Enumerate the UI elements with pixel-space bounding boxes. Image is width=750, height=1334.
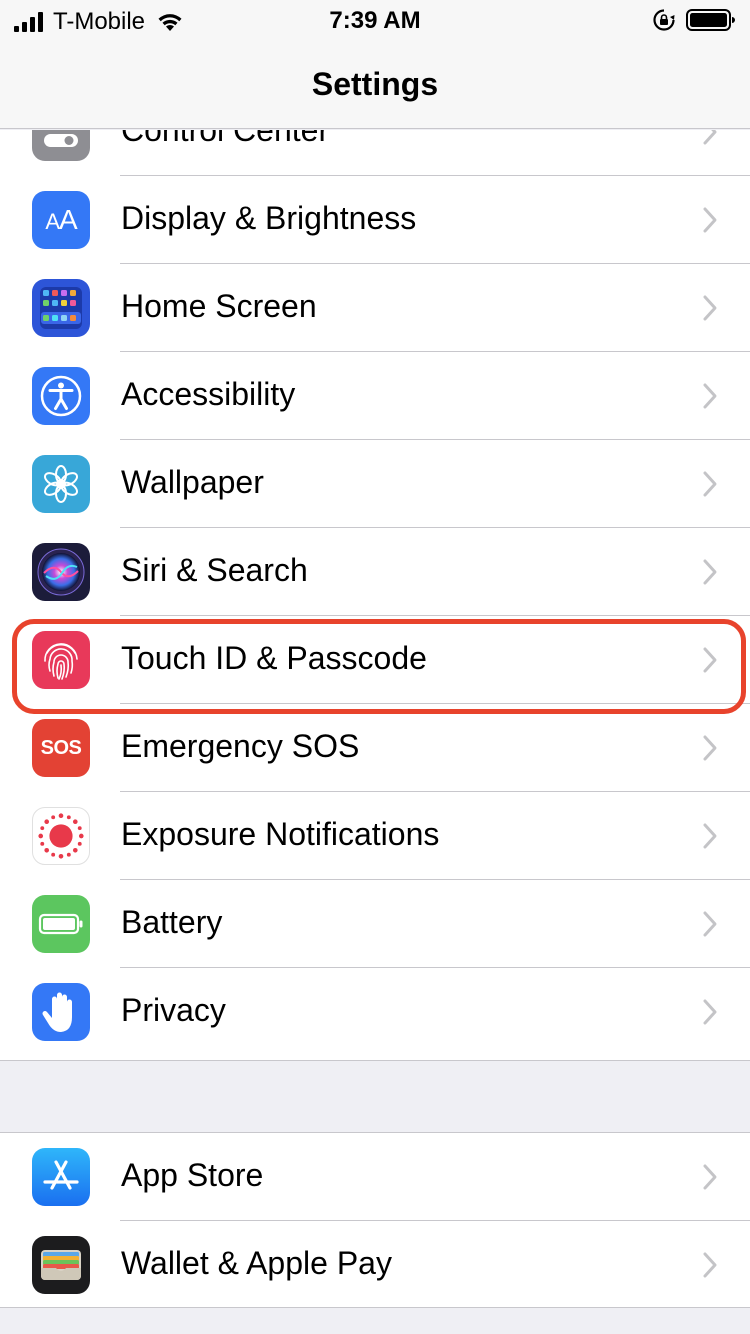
settings-group: App Store Wallet & Apple Pay (0, 1132, 750, 1308)
settings-row-privacy[interactable]: Privacy (0, 968, 750, 1056)
settings-row-label: Exposure Notifications (121, 816, 440, 852)
settings-row-siri-search[interactable]: Siri & Search (0, 528, 750, 616)
sos-icon: SOS (32, 719, 90, 777)
rotation-lock-icon (653, 9, 675, 31)
sos-icon-text: SOS (40, 736, 82, 759)
wallet-icon (32, 1236, 90, 1294)
status-bar: T-Mobile 7:39 AM (0, 0, 750, 40)
settings-row-label: Privacy (121, 992, 226, 1028)
app-store-icon (32, 1148, 90, 1206)
chevron-right-icon (703, 1252, 717, 1278)
battery-icon (686, 9, 735, 31)
settings-row-label: Display & Brightness (121, 200, 417, 236)
settings-row-display-brightness[interactable]: AA Display & Brightness (0, 176, 750, 264)
chevron-right-icon (703, 383, 717, 409)
chevron-right-icon (703, 130, 717, 145)
home-screen-icon (32, 279, 90, 337)
privacy-hand-icon (32, 983, 90, 1041)
siri-icon (32, 543, 90, 601)
settings-row-exposure-notifications[interactable]: Exposure Notifications (0, 792, 750, 880)
settings-list[interactable]: Control Center AA Display & Brightness H… (0, 130, 750, 1334)
status-time: 7:39 AM (329, 7, 421, 34)
settings-row-wallet-apple-pay[interactable]: Wallet & Apple Pay (0, 1221, 750, 1309)
accessibility-icon (32, 367, 90, 425)
settings-row-label: Wallpaper (121, 464, 264, 500)
settings-row-control-center[interactable]: Control Center (0, 130, 750, 176)
settings-row-label: App Store (121, 1157, 264, 1193)
settings-row-home-screen[interactable]: Home Screen (0, 264, 750, 352)
page-title: Settings (311, 66, 439, 102)
wallpaper-icon (32, 455, 90, 513)
control-center-icon (32, 130, 90, 161)
chevron-right-icon (703, 295, 717, 321)
chevron-right-icon (703, 911, 717, 937)
fingerprint-icon (32, 631, 90, 689)
settings-row-battery[interactable]: Battery (0, 880, 750, 968)
exposure-notifications-icon (32, 807, 90, 865)
settings-row-touch-id-passcode[interactable]: Touch ID & Passcode (0, 616, 750, 704)
settings-row-emergency-sos[interactable]: SOS Emergency SOS (0, 704, 750, 792)
display-brightness-icon: AA (32, 191, 90, 249)
settings-row-label: Accessibility (121, 376, 296, 412)
chevron-right-icon (703, 471, 717, 497)
settings-row-label: Emergency SOS (121, 728, 360, 764)
battery-settings-icon (32, 895, 90, 953)
settings-row-label: Home Screen (121, 288, 317, 324)
settings-row-label: Touch ID & Passcode (121, 640, 427, 676)
navigation-bar: Settings (0, 40, 750, 129)
settings-row-label: Battery (121, 904, 223, 940)
chevron-right-icon (703, 207, 717, 233)
settings-row-accessibility[interactable]: Accessibility (0, 352, 750, 440)
settings-row-wallpaper[interactable]: Wallpaper (0, 440, 750, 528)
settings-row-label: Control Center (121, 130, 330, 148)
settings-group: Control Center AA Display & Brightness H… (0, 130, 750, 1061)
chevron-right-icon (703, 823, 717, 849)
chevron-right-icon (703, 647, 717, 673)
chevron-right-icon (703, 735, 717, 761)
chevron-right-icon (703, 1164, 717, 1190)
settings-row-label: Wallet & Apple Pay (121, 1245, 392, 1281)
settings-row-app-store[interactable]: App Store (0, 1133, 750, 1221)
chevron-right-icon (703, 999, 717, 1025)
settings-row-label: Siri & Search (121, 552, 308, 588)
chevron-right-icon (703, 559, 717, 585)
